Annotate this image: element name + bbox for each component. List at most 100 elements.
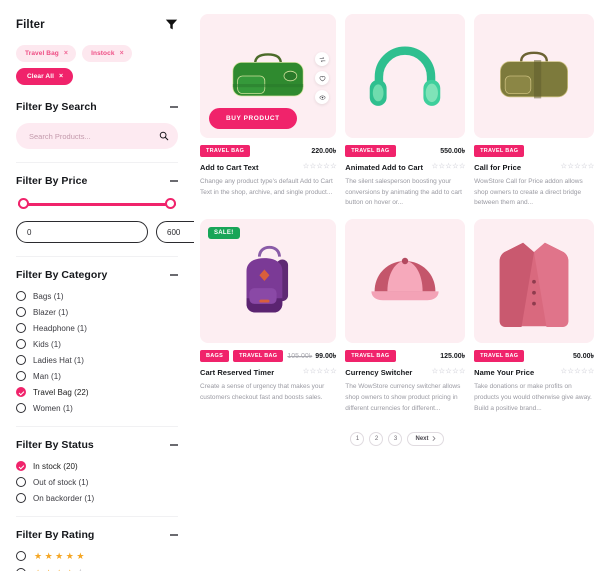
category-badge[interactable]: TRAVEL BAG: [345, 350, 396, 363]
product-title[interactable]: Cart Reserved Timer: [200, 368, 274, 377]
star-empty-icon: ★: [431, 163, 438, 171]
category-option-5[interactable]: Man (1): [16, 371, 178, 381]
quick-view-eye-icon[interactable]: [315, 90, 330, 105]
pagination-page-3[interactable]: 3: [388, 432, 403, 447]
pagination-next-button[interactable]: Next: [407, 432, 444, 447]
status-option-0[interactable]: In stock (20): [16, 461, 178, 471]
radio-icon[interactable]: [16, 291, 26, 301]
product-title[interactable]: Currency Switcher: [345, 368, 412, 377]
close-icon[interactable]: ×: [64, 50, 68, 57]
category-badge[interactable]: TRAVEL BAG: [474, 350, 525, 363]
radio-icon[interactable]: [16, 339, 26, 349]
category-option-2[interactable]: Headphone (1): [16, 323, 178, 333]
search-input[interactable]: [16, 123, 178, 149]
close-icon[interactable]: ×: [120, 50, 124, 57]
product-card[interactable]: SALE! BAGS TRAVEL BAG 105.00৳ 99.00৳ Cart Res…: [200, 219, 336, 414]
funnel-icon[interactable]: [165, 18, 178, 31]
buy-product-button[interactable]: BUY PRODUCT: [209, 108, 297, 129]
product-card[interactable]: TRAVEL BAG 125.00৳ Currency Switcher ★ ★ ★ ★ ★ T…: [345, 219, 465, 414]
radio-icon[interactable]: [16, 403, 26, 413]
star-empty-icon: ★: [309, 368, 316, 376]
price-max-input[interactable]: [156, 221, 194, 243]
product-card[interactable]: TRAVEL BAG 550.00৳ Animated Add to Cart ★ ★ ★…: [345, 14, 465, 209]
category-badge[interactable]: BAGS: [200, 350, 230, 363]
product-title[interactable]: Add to Cart Text: [200, 163, 259, 172]
radio-icon[interactable]: [16, 493, 26, 503]
category-option-6[interactable]: Travel Bag (22): [16, 387, 178, 397]
category-badge[interactable]: TRAVEL BAG: [345, 145, 396, 157]
slider-handle-min[interactable]: [18, 198, 29, 209]
product-card[interactable]: TRAVEL BAG 50.00৳ Name Your Price ★ ★ ★ ★ ★ Take…: [474, 219, 594, 414]
category-option-3[interactable]: Kids (1): [16, 339, 178, 349]
category-badge[interactable]: TRAVEL BAG: [200, 145, 251, 157]
radio-icon[interactable]: [16, 355, 26, 365]
filter-header: Filter: [16, 18, 178, 31]
category-badge[interactable]: TRAVEL BAG: [233, 350, 284, 363]
wishlist-heart-icon[interactable]: [315, 71, 330, 86]
radio-icon[interactable]: [16, 551, 26, 561]
product-categories: TRAVEL BAG: [474, 145, 525, 157]
active-filter-chips: Travel Bag × Instock × Clear All ×: [16, 45, 178, 85]
product-image[interactable]: SALE!: [200, 219, 337, 344]
product-meta-row: BAGS TRAVEL BAG 105.00৳ 99.00৳: [200, 350, 336, 363]
category-option-1[interactable]: Blazer (1): [16, 307, 178, 317]
pagination-next-label: Next: [415, 436, 429, 443]
product-image[interactable]: BUY PRODUCT: [200, 14, 337, 138]
product-image[interactable]: [345, 14, 466, 138]
star-filled-icon: ★: [65, 550, 74, 561]
category-option-7[interactable]: Women (1): [16, 403, 178, 413]
product-title[interactable]: Animated Add to Cart: [345, 163, 423, 172]
rating-option-5[interactable]: ★ ★ ★ ★ ★: [16, 551, 178, 561]
product-meta-row: TRAVEL BAG 220.00৳: [200, 145, 336, 157]
star-filled-icon: ★: [76, 550, 85, 561]
slider-handle-max[interactable]: [165, 198, 176, 209]
minus-icon[interactable]: [170, 274, 178, 276]
category-badge[interactable]: TRAVEL BAG: [474, 145, 525, 157]
section-header: Filter By Category: [16, 269, 178, 281]
product-image[interactable]: [474, 219, 594, 344]
option-label: Kids (1): [33, 339, 61, 349]
chip-clear-all[interactable]: Clear All ×: [16, 68, 74, 85]
search-icon[interactable]: [159, 131, 169, 141]
price-range-slider[interactable]: [18, 197, 176, 211]
category-option-0[interactable]: Bags (1): [16, 291, 178, 301]
radio-checked-icon[interactable]: [16, 461, 26, 471]
minus-icon[interactable]: [170, 534, 178, 536]
product-card[interactable]: BUY PRODUCT TRAVEL BAG 220.00৳ Add to Cart …: [200, 14, 336, 209]
star-empty-icon: ★: [581, 163, 588, 171]
radio-icon[interactable]: [16, 371, 26, 381]
product-rating-stars: ★ ★ ★ ★ ★: [432, 368, 466, 376]
star-filled-icon: ★: [44, 550, 53, 561]
product-rating-stars: ★ ★ ★ ★ ★: [561, 163, 595, 171]
price-min-input[interactable]: [16, 221, 148, 243]
star-empty-icon: ★: [574, 163, 581, 171]
chip-instock[interactable]: Instock ×: [82, 45, 132, 62]
product-image[interactable]: [345, 219, 466, 344]
product-title-row: Name Your Price ★ ★ ★ ★ ★: [474, 368, 594, 377]
status-option-2[interactable]: On backorder (1): [16, 493, 178, 503]
radio-icon[interactable]: [16, 307, 26, 317]
product-title[interactable]: Call for Price: [474, 163, 521, 172]
product-rating-stars: ★ ★ ★ ★ ★: [303, 164, 337, 171]
option-label: Blazer (1): [33, 307, 69, 317]
product-card[interactable]: TRAVEL BAG Call for Price ★ ★ ★ ★ ★ WowStore Ca…: [474, 14, 594, 209]
search-field-wrapper: [16, 123, 178, 149]
minus-icon[interactable]: [170, 444, 178, 446]
radio-checked-icon[interactable]: [16, 387, 26, 397]
close-icon[interactable]: ×: [59, 73, 63, 80]
minus-icon[interactable]: [170, 180, 178, 182]
category-option-4[interactable]: Ladies Hat (1): [16, 355, 178, 365]
chip-label: Instock: [91, 50, 115, 57]
product-title[interactable]: Name Your Price: [474, 368, 534, 377]
status-option-1[interactable]: Out of stock (1): [16, 477, 178, 487]
pagination-page-2[interactable]: 2: [369, 432, 384, 447]
product-image[interactable]: [474, 14, 594, 138]
chip-travel-bag[interactable]: Travel Bag ×: [16, 45, 77, 62]
pagination-page-1[interactable]: 1: [350, 432, 365, 447]
compare-icon[interactable]: [315, 52, 330, 67]
chevron-right-icon: [432, 435, 436, 443]
minus-icon[interactable]: [170, 106, 178, 108]
star-empty-icon: ★: [438, 368, 445, 376]
radio-icon[interactable]: [16, 323, 26, 333]
radio-icon[interactable]: [16, 477, 26, 487]
